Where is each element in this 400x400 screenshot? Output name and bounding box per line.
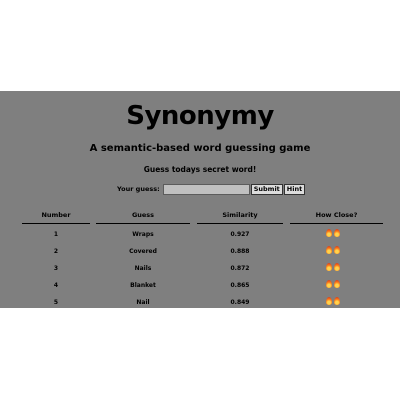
fire-icon: [326, 280, 332, 288]
row-similarity: 0.865: [230, 282, 250, 289]
column-header-similarity: Similarity: [222, 211, 258, 219]
page-subtitle: A semantic-based word guessing game: [89, 143, 311, 154]
fire-icon: [334, 297, 340, 305]
fire-icon: [334, 246, 340, 254]
row-similarity: 0.888: [230, 248, 250, 255]
fire-icon: [326, 246, 332, 254]
closeness-indicator: [326, 263, 346, 271]
guess-label: Your guess:: [117, 185, 160, 193]
hint-button[interactable]: Hint: [283, 183, 306, 195]
row-similarity: 0.927: [230, 231, 250, 238]
closeness-indicator: [326, 297, 346, 305]
row-guess: Covered: [129, 248, 157, 255]
table-row: 5 Nail 0.849: [0, 296, 400, 308]
table-row: 4 Blanket 0.865: [0, 279, 400, 296]
header-divider: [290, 223, 383, 224]
game-container: Synonymy A semantic-based word guessing …: [0, 91, 400, 308]
row-similarity: 0.849: [230, 299, 250, 306]
guess-input[interactable]: [162, 183, 250, 195]
row-number: 2: [53, 248, 59, 255]
page-title: Synonymy: [126, 101, 274, 131]
submit-button[interactable]: Submit: [250, 183, 283, 195]
column-header-number: Number: [41, 211, 71, 219]
fire-icon: [334, 263, 340, 271]
header-divider: [22, 223, 90, 224]
row-guess: Wraps: [132, 231, 154, 238]
header-divider: [96, 223, 190, 224]
column-header-how-close: How Close?: [315, 211, 358, 219]
row-guess: Blanket: [130, 282, 156, 289]
column-header-guess: Guess: [131, 211, 155, 219]
instruction-text: Guess todays secret word!: [143, 165, 257, 174]
header-divider: [197, 223, 283, 224]
closeness-indicator: [326, 246, 346, 254]
fire-icon: [326, 229, 332, 237]
fire-icon: [326, 263, 332, 271]
table-row: 2 Covered 0.888: [0, 245, 400, 262]
closeness-indicator: [326, 229, 346, 237]
row-number: 5: [53, 299, 59, 306]
row-number: 4: [53, 282, 59, 289]
fire-icon: [334, 280, 340, 288]
row-guess: Nail: [136, 299, 150, 306]
closeness-indicator: [326, 280, 346, 288]
row-number: 1: [53, 231, 59, 238]
fire-icon: [334, 229, 340, 237]
fire-icon: [326, 297, 332, 305]
table-row: 3 Nails 0.872: [0, 262, 400, 279]
row-number: 3: [53, 265, 59, 272]
guess-form: Your guess: Submit Hint: [117, 183, 306, 195]
row-guess: Nails: [134, 265, 152, 272]
table-row: 1 Wraps 0.927: [0, 228, 400, 245]
row-similarity: 0.872: [230, 265, 250, 272]
